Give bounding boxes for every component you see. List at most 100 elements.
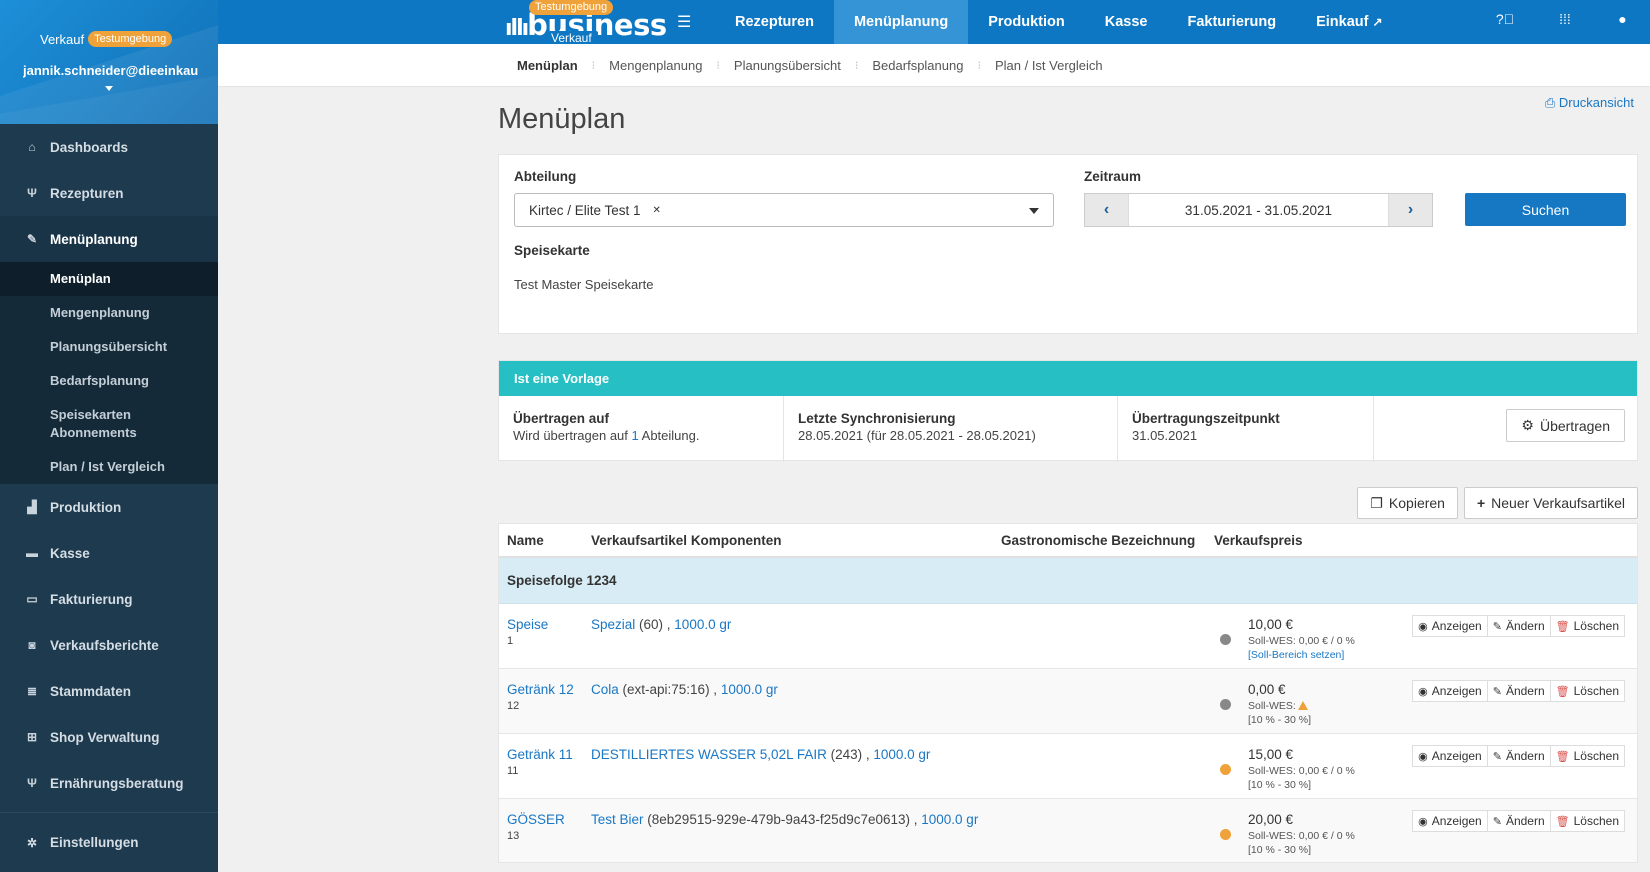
new-item-button[interactable]: + Neuer Verkaufsartikel bbox=[1463, 487, 1638, 519]
component-link[interactable]: Spezial bbox=[591, 617, 635, 632]
item-number: 13 bbox=[507, 830, 520, 842]
sidebar-item-label: Shop Verwaltung bbox=[50, 729, 160, 745]
edit-button[interactable]: ✎ Ändern bbox=[1486, 745, 1551, 767]
chevron-right-icon[interactable]: › bbox=[1389, 194, 1432, 226]
logo[interactable]: ıllıbusiness Testumgebung Verkauf bbox=[505, 0, 667, 45]
sidebar-item-produktion[interactable]: ▟ Produktion bbox=[0, 484, 218, 530]
basket-icon: ⊞ bbox=[26, 730, 38, 744]
sidebar-subitem-speisekarten-abonnements[interactable]: Speisekarten Abonnements bbox=[0, 398, 218, 450]
delete-button[interactable]: 🗑 Löschen bbox=[1549, 745, 1625, 767]
credit-card-icon: ▭ bbox=[26, 592, 38, 606]
top-nav: Rezepturen Menüplanung Produktion Kasse … bbox=[715, 0, 1403, 44]
view-button[interactable]: ◉ Anzeigen bbox=[1412, 615, 1488, 637]
eye-icon: ◉ bbox=[1418, 750, 1428, 763]
view-button[interactable]: ◉ Anzeigen bbox=[1412, 745, 1488, 767]
hamburger-menu-icon[interactable]: ☰ bbox=[677, 12, 691, 32]
edit-button[interactable]: ✎ Ändern bbox=[1486, 680, 1551, 702]
status-dot bbox=[1220, 634, 1231, 645]
sidebar-item-stammdaten[interactable]: ≣ Stammdaten bbox=[0, 668, 218, 714]
table-header: Name Verkaufsartikel Komponenten Gastron… bbox=[499, 524, 1637, 558]
delete-button[interactable]: 🗑 Löschen bbox=[1549, 810, 1625, 832]
transfer-time-heading: Übertragungszeitpunkt bbox=[1132, 411, 1280, 426]
topnav-kasse[interactable]: Kasse bbox=[1085, 0, 1168, 44]
pencil-icon: ✎ bbox=[1492, 620, 1502, 633]
sidebar-subitem-plan-ist-vergleich[interactable]: Plan / Ist Vergleich bbox=[0, 450, 218, 484]
topnav-einkauf[interactable]: Einkauf ↗ bbox=[1296, 0, 1402, 44]
component-quantity-link[interactable]: 1000.0 gr bbox=[674, 617, 731, 632]
sidebar-item-rezepturen[interactable]: Ψ Rezepturen bbox=[0, 170, 218, 216]
abteilung-select[interactable]: Kirtec / Elite Test 1 ✕ bbox=[514, 193, 1054, 227]
topnav-fakturierung[interactable]: Fakturierung bbox=[1167, 0, 1296, 44]
role-label: Verkauf bbox=[40, 31, 85, 47]
search-button[interactable]: Suchen bbox=[1465, 193, 1626, 226]
item-name-link[interactable]: Getränk 11 bbox=[507, 747, 573, 762]
component-quantity-link[interactable]: 1000.0 gr bbox=[873, 747, 930, 762]
component-quantity-link[interactable]: 1000.0 gr bbox=[921, 812, 978, 827]
pencil-icon: ✎ bbox=[1492, 815, 1502, 828]
print-view-link[interactable]: ⎙ Druckansicht bbox=[1545, 95, 1634, 111]
component-link[interactable]: Test Bier bbox=[591, 812, 644, 827]
transfer-button[interactable]: ⚙ Übertragen bbox=[1506, 409, 1625, 442]
edit-button[interactable]: ✎ Ändern bbox=[1486, 810, 1551, 832]
sidebar-item-ernaehrungsberatung[interactable]: Ψ Ernährungsberatung bbox=[0, 760, 218, 806]
topnav-produktion[interactable]: Produktion bbox=[968, 0, 1085, 44]
sidebar-subitem-menueplan[interactable]: Menüplan bbox=[0, 262, 218, 296]
transfer-count-link[interactable]: 1 bbox=[632, 428, 639, 443]
user-dropdown-caret-icon[interactable] bbox=[105, 86, 113, 91]
component-link[interactable]: DESTILLIERTES WASSER 5,02L FAIR bbox=[591, 747, 827, 762]
sidebar-subitem-planungsuebersicht[interactable]: Planungsübersicht bbox=[0, 330, 218, 364]
transfer-target-value: Wird übertragen auf 1 Abteilung. bbox=[513, 428, 700, 443]
sidebar-subitem-bedarfsplanung[interactable]: Bedarfsplanung bbox=[0, 364, 218, 398]
copy-button[interactable]: ❐ Kopieren bbox=[1357, 487, 1458, 519]
delete-button[interactable]: 🗑 Löschen bbox=[1549, 615, 1625, 637]
subnav-plan-ist-vergleich[interactable]: Plan / Ist Vergleich bbox=[981, 58, 1117, 73]
chevron-left-icon[interactable]: ‹ bbox=[1085, 194, 1128, 226]
user-name[interactable]: jannik.schneider@dieeinkau bbox=[23, 63, 218, 78]
item-name-link[interactable]: Speise bbox=[507, 617, 548, 632]
sidebar-subitem-mengenplanung[interactable]: Mengenplanung bbox=[0, 296, 218, 330]
gear-icon: ✲ bbox=[26, 835, 38, 850]
view-button[interactable]: ◉ Anzeigen bbox=[1412, 810, 1488, 832]
view-button[interactable]: ◉ Anzeigen bbox=[1412, 680, 1488, 702]
template-card: Ist eine Vorlage Übertragen auf Wird übe… bbox=[498, 360, 1638, 462]
soll-range: [10 % - 30 %] bbox=[1248, 714, 1312, 726]
sidebar-item-dashboards[interactable]: ⌂ Dashboards bbox=[0, 124, 218, 170]
sidebar-item-einstellungen[interactable]: ✲ Einstellungen bbox=[0, 812, 218, 872]
subnav-mengenplanung[interactable]: Mengenplanung bbox=[595, 58, 716, 73]
sidebar-item-fakturierung[interactable]: ▭ Fakturierung bbox=[0, 576, 218, 622]
item-name-link[interactable]: GÖSSER bbox=[507, 812, 565, 827]
apps-grid-icon[interactable]: ⁞⁞⁞ bbox=[1535, 0, 1595, 44]
date-range-value[interactable]: 31.05.2021 - 31.05.2021 bbox=[1128, 194, 1389, 226]
component-link[interactable]: Cola bbox=[591, 682, 619, 697]
sidebar-item-menueplanung[interactable]: ✎ Menüplanung bbox=[0, 216, 218, 262]
sidebar-item-shop-verwaltung[interactable]: ⊞ Shop Verwaltung bbox=[0, 714, 218, 760]
help-icon[interactable]: ?⃝ bbox=[1475, 0, 1535, 44]
subnav-planungsuebersicht[interactable]: Planungsübersicht bbox=[720, 58, 855, 73]
last-sync-value: 28.05.2021 (für 28.05.2021 - 28.05.2021) bbox=[798, 428, 1036, 443]
delete-button[interactable]: 🗑 Löschen bbox=[1549, 680, 1625, 702]
item-name-link[interactable]: Getränk 12 bbox=[507, 682, 574, 697]
item-number: 12 bbox=[507, 700, 520, 712]
user-icon[interactable]: ● bbox=[1595, 0, 1650, 44]
col-name: Name bbox=[507, 532, 544, 548]
last-sync-col: Letzte Synchronisierung 28.05.2021 (für … bbox=[784, 396, 1118, 462]
speisekarte-value: Test Master Speisekarte bbox=[514, 277, 654, 292]
topnav-menueplanung[interactable]: Menüplanung bbox=[833, 0, 969, 44]
clear-selection-icon[interactable]: ✕ bbox=[653, 205, 661, 216]
topnav-rezepturen[interactable]: Rezepturen bbox=[715, 0, 834, 44]
env-badge: Testumgebung bbox=[88, 31, 173, 47]
edit-button[interactable]: ✎ Ändern bbox=[1486, 615, 1551, 637]
soll-range[interactable]: [Soll-Bereich setzen] bbox=[1248, 649, 1344, 661]
component-quantity-link[interactable]: 1000.0 gr bbox=[721, 682, 778, 697]
sidebar-item-verkaufsberichte[interactable]: ◙ Verkaufsberichte bbox=[0, 622, 218, 668]
row-actions: ◉ Anzeigen ✎ Ändern 🗑 Löschen bbox=[1412, 680, 1625, 702]
subnav-bedarfsplanung[interactable]: Bedarfsplanung bbox=[858, 58, 977, 73]
soll-wes: Soll-WES: bbox=[1248, 700, 1308, 712]
subnav-menueplan[interactable]: Menüplan bbox=[517, 58, 592, 73]
col-components: Verkaufsartikel Komponenten bbox=[591, 532, 782, 548]
sidebar-header: Verkauf Testumgebung jannik.schneider@di… bbox=[0, 0, 218, 124]
sidebar-item-label: Kasse bbox=[50, 545, 90, 561]
transfer-time-value: 31.05.2021 bbox=[1132, 428, 1198, 443]
sidebar-item-kasse[interactable]: ▬ Kasse bbox=[0, 530, 218, 576]
chevron-down-icon bbox=[1029, 208, 1039, 214]
